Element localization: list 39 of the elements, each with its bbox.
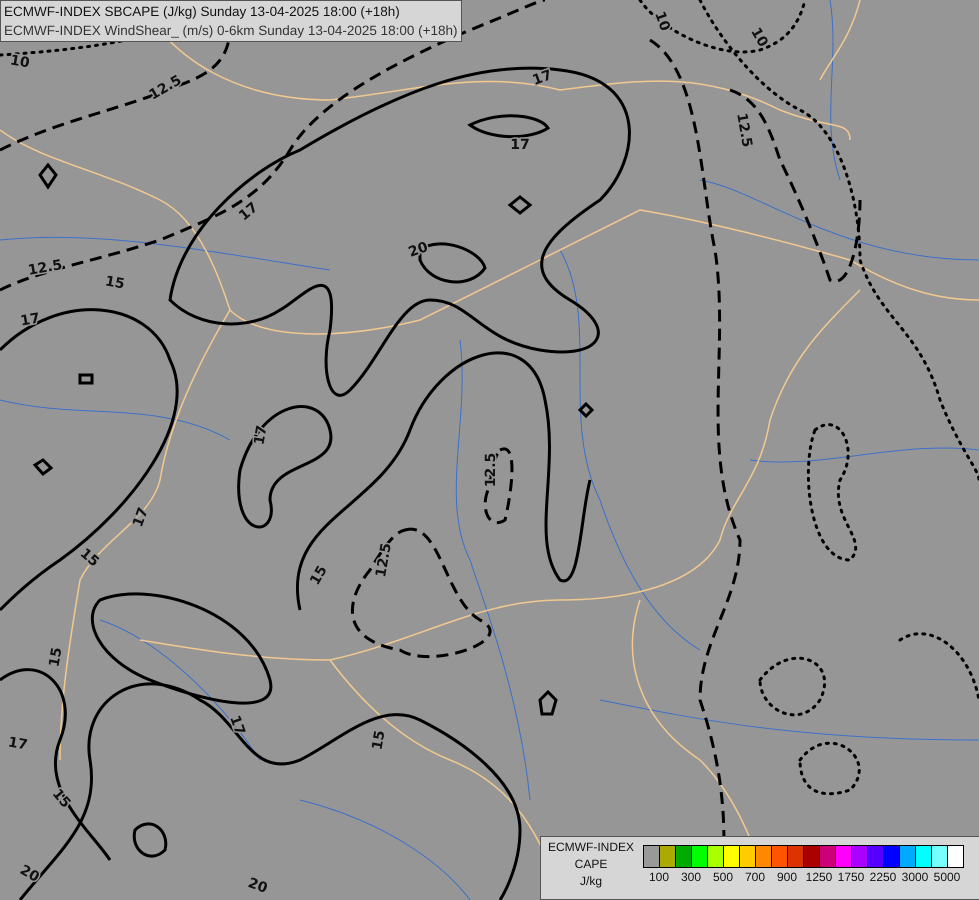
contour-label: 12.5 [483,452,499,488]
contour-label: 15 [307,563,331,588]
contour-label: 17 [510,137,530,153]
scale-label: 100 [648,870,670,884]
contour-label: 15 [46,646,66,668]
contour-label: 10 [8,52,31,72]
contour-label: 17 [236,199,262,224]
contour-label: 17 [226,713,248,738]
contour-label: 20 [17,862,42,886]
scale-label: 1750 [838,870,864,884]
contour-label: 17 [530,67,554,89]
contour-label: 20 [406,239,430,261]
contour-label: 17 [19,310,42,330]
contour-label: 12.5 [26,257,64,279]
contour-label: 20 [246,875,270,897]
contour-label: 17 [251,424,271,446]
legend-title: ECMWF-INDEX [548,839,634,856]
contour-label: 12.5 [373,542,395,579]
legend-title: CAPE [574,856,608,873]
contour-label: 15 [104,273,126,293]
map-title: ECMWF-INDEX SBCAPE (J/kg) Sunday 13-04-2025 18:00 (+18h) [4,3,401,21]
contour-label: 10 [747,25,771,50]
contour-label: 10 [651,9,673,34]
scale-label: 700 [744,870,766,884]
scale-label: 300 [680,870,702,884]
scale-label: 1250 [806,870,832,884]
contour-label: 17 [6,734,29,754]
contour-label: 12.5 [733,112,755,149]
contour-label: 15 [76,545,102,570]
scale-label: 3000 [902,870,928,884]
contour-label: 17 [130,505,152,530]
map-title: ECMWF-INDEX WindShear_ (m/s) 0-6km Sunday 13-04-2025 18:00 (+18h) [4,22,458,40]
contour-label: 15 [48,786,74,812]
scale-label: 500 [712,870,734,884]
scale-label: 900 [776,870,798,884]
legend-title: J/kg [580,873,602,890]
scale-label: 5000 [934,870,960,884]
scale-label: 2250 [870,870,896,884]
contour-label: 15 [369,729,389,752]
